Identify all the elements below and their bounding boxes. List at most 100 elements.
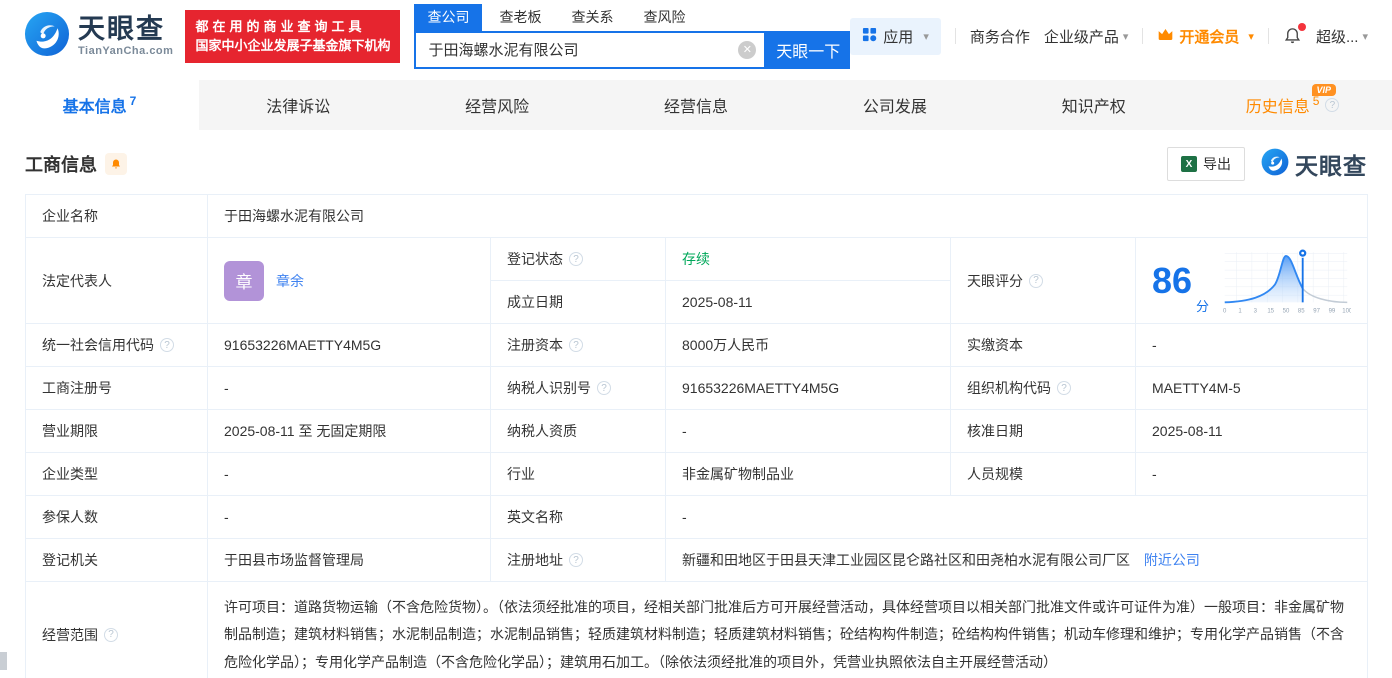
table-row: 营业期限 2025-08-11 至 无固定期限 纳税人资质 - 核准日期 202… <box>25 409 1369 453</box>
table-row: 工商注册号 - 纳税人识别号 91653226MAETTY4M5G 组织机构代码… <box>25 366 1369 410</box>
brand-name: 天眼查 <box>78 13 165 44</box>
term-value: 2025-08-11 至 无固定期限 <box>207 409 491 453</box>
taxpayer-no-label: 纳税人识别号 <box>490 366 666 410</box>
tab-intellectual-property[interactable]: 知识产权 <box>994 80 1193 130</box>
apps-label: 应用 <box>883 28 914 46</box>
taxpayer-quality-value: - <box>665 409 951 453</box>
org-code-label: 组织机构代码 <box>950 366 1136 410</box>
apps-grid-icon <box>862 27 877 46</box>
apps-menu[interactable]: 应用 <box>850 17 941 55</box>
tab-label: 法律诉讼 <box>266 99 331 116</box>
taxpayer-no-value: 91653226MAETTY4M5G <box>665 366 951 410</box>
nav-enterprise-label: 企业级产品 <box>1043 28 1119 46</box>
table-row: 企业类型 - 行业 非金属矿物制品业 人员规模 - <box>25 452 1369 496</box>
establish-date-label: 成立日期 <box>490 280 666 324</box>
nav-account-menu[interactable]: 超级... <box>1316 26 1368 47</box>
slogan-line2: 国家中小企业发展子基金旗下机构 <box>195 38 391 53</box>
account-label: 超级... <box>1315 28 1359 46</box>
export-label: 导出 <box>1203 156 1231 172</box>
search-tabs: 查公司 查老板 查关系 查风险 <box>414 3 850 31</box>
top-nav: 应用 商务合作 企业级产品 开通会员 超级... <box>850 17 1368 55</box>
help-icon[interactable] <box>569 338 583 352</box>
search-tab-company[interactable]: 查公司 <box>414 3 483 31</box>
term-label: 营业期限 <box>25 409 208 453</box>
slogan-banner: 都在用的商业查询工具 国家中小企业发展子基金旗下机构 <box>185 9 401 63</box>
company-type-label: 企业类型 <box>25 452 208 496</box>
company-type-value: - <box>207 452 491 496</box>
help-icon[interactable] <box>1325 98 1340 112</box>
search-tab-boss[interactable]: 查老板 <box>486 4 554 31</box>
reg-address-cell: 新疆和田地区于田县天津工业园区昆仑路社区和田尧柏水泥有限公司厂区 附近公司 <box>664 538 1369 582</box>
company-tabbar: 基本信息 7 法律诉讼 经营风险 经营信息 公司发展 知识产权 VIP 历史信息… <box>0 80 1392 130</box>
watermark-logo: 天眼查 <box>1261 147 1367 181</box>
legal-rep-cell: 章 章余 <box>207 237 491 324</box>
side-widget-handle[interactable] <box>0 652 7 670</box>
label-text: 登记状态 <box>507 251 563 267</box>
tab-legal-proceedings[interactable]: 法律诉讼 <box>199 80 398 130</box>
help-icon[interactable] <box>569 553 583 567</box>
score-cell[interactable]: 86 分 0 1 3 15 50 85 97 99 10 <box>1134 237 1369 324</box>
reg-capital-value: 8000万人民币 <box>665 323 951 367</box>
tab-basic-info[interactable]: 基本信息 7 <box>0 80 199 130</box>
watermark-logo-icon <box>1261 148 1289 181</box>
taxpayer-quality-label: 纳税人资质 <box>490 409 666 453</box>
industry-value: 非金属矿物制品业 <box>665 452 951 496</box>
approve-date-value: 2025-08-11 <box>1134 409 1369 453</box>
tab-operation-risk[interactable]: 经营风险 <box>398 80 597 130</box>
table-row: 参保人数 - 英文名称 - <box>25 495 1369 539</box>
search-tab-relation[interactable]: 查关系 <box>558 4 626 31</box>
vip-badge: VIP <box>1311 84 1337 96</box>
help-icon[interactable] <box>597 381 611 395</box>
nav-enterprise-products[interactable]: 企业级产品 <box>1044 26 1129 47</box>
notification-bell-icon[interactable] <box>1283 23 1306 46</box>
vip-label: 开通会员 <box>1179 28 1240 46</box>
paid-capital-label: 实缴资本 <box>950 323 1136 367</box>
search-input[interactable] <box>428 41 739 58</box>
nearby-companies-link[interactable]: 附近公司 <box>1144 552 1200 568</box>
tab-label: 基本信息 <box>62 99 127 116</box>
business-info-table: 企业名称 于田海螺水泥有限公司 法定代表人 章 章余 登记状态 存续 天眼评分 … <box>25 194 1369 678</box>
nav-business-cooperation[interactable]: 商务合作 <box>970 26 1030 47</box>
svg-text:85: 85 <box>1298 308 1305 314</box>
reg-address-value: 新疆和田地区于田县天津工业园区昆仑路社区和田尧柏水泥有限公司厂区 <box>682 552 1130 568</box>
org-code-value: MAETTY4M-5 <box>1134 366 1369 410</box>
reg-address-label: 注册地址 <box>490 538 666 582</box>
export-button[interactable]: 导出 <box>1167 147 1245 181</box>
nav-open-vip[interactable]: 开通会员 <box>1157 26 1254 47</box>
help-icon[interactable] <box>160 338 174 352</box>
help-icon[interactable] <box>1057 381 1071 395</box>
table-row: 统一社会信用代码 91653226MAETTY4M5G 注册资本 8000万人民… <box>25 323 1369 367</box>
business-info-header: 工商信息 导出 天眼查 <box>0 130 1392 194</box>
tab-company-development[interactable]: 公司发展 <box>795 80 994 130</box>
help-icon[interactable] <box>1029 273 1043 288</box>
tab-label: 经营信息 <box>664 99 729 116</box>
svg-text:100: 100 <box>1342 308 1351 314</box>
tab-operation-info[interactable]: 经营信息 <box>597 80 796 130</box>
tab-history-info[interactable]: VIP 历史信息 5 <box>1193 80 1392 130</box>
company-name-label: 企业名称 <box>25 194 208 238</box>
staff-scale-label: 人员规模 <box>950 452 1136 496</box>
search-button[interactable]: 天眼一下 <box>766 30 851 69</box>
table-row: 登记机关 于田县市场监督管理局 注册地址 新疆和田地区于田县天津工业园区昆仑路社… <box>25 538 1369 582</box>
help-icon[interactable] <box>569 252 583 266</box>
establish-date-value: 2025-08-11 <box>665 280 951 324</box>
help-icon[interactable] <box>104 627 118 642</box>
svg-text:99: 99 <box>1329 308 1336 314</box>
divider <box>954 28 956 44</box>
reg-authority-value: 于田县市场监督管理局 <box>207 538 491 582</box>
staff-scale-value: - <box>1134 452 1369 496</box>
tianyancha-logo[interactable]: 天眼查 TianYanCha.com <box>24 11 173 62</box>
crown-icon <box>1157 27 1174 46</box>
clear-search-icon[interactable] <box>738 40 757 59</box>
search-tab-risk[interactable]: 查风险 <box>630 4 698 31</box>
legal-rep-link[interactable]: 章余 <box>276 271 304 291</box>
subscribe-bell-icon[interactable] <box>105 153 127 175</box>
divider <box>1142 28 1144 44</box>
legal-rep-avatar[interactable]: 章 <box>224 260 264 301</box>
legal-rep-label: 法定代表人 <box>25 237 208 324</box>
paid-capital-value: - <box>1134 323 1369 367</box>
svg-text:50: 50 <box>1283 308 1290 314</box>
label-text: 统一社会信用代码 <box>42 337 154 353</box>
top-header: 天眼查 TianYanCha.com 都在用的商业查询工具 国家中小企业发展子基… <box>0 0 1392 72</box>
reg-status-value: 存续 <box>665 237 951 281</box>
